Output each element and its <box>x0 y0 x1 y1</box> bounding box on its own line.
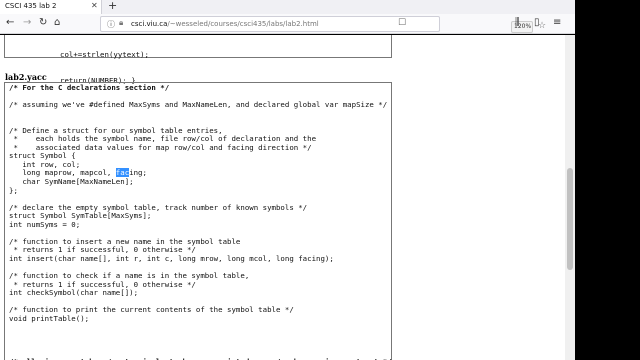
forward-icon[interactable]: → <box>23 17 31 29</box>
navigation-toolbar: ← → ↻ ⌂ ⓘ 🔒︎ csci.viu.ca/~wesseled/cours… <box>0 14 575 34</box>
code-line: int numSyms = 0; <box>9 219 81 229</box>
new-tab-icon[interactable]: + <box>108 0 117 12</box>
page-scrollbar[interactable] <box>565 35 575 360</box>
lock-icon[interactable]: 🔒︎ <box>119 18 123 28</box>
code-line: int checkSymbol(char name[]); <box>9 288 139 298</box>
code-box: /* For the C declarations section */ /* … <box>4 82 392 360</box>
info-icon[interactable]: ⓘ <box>107 19 115 30</box>
page-content: col+=strlen(yytext); return(NUMBER); } l… <box>0 35 565 360</box>
tab-title: CSCI 435 lab 2 <box>5 2 57 10</box>
code-line: char SymName[MaxNameLen]; <box>9 177 134 187</box>
library-icon[interactable]: ⫼ <box>515 17 520 29</box>
code-line: /* For the C declarations section */ <box>9 83 170 92</box>
section-title: lab2.yacc <box>5 72 47 82</box>
url-text[interactable]: csci.viu.ca/~wesseled/courses/csci435/la… <box>131 20 319 28</box>
url-host: csci.viu.ca <box>131 20 168 28</box>
tab-close-icon[interactable]: ✕ <box>91 1 98 10</box>
address-bar[interactable]: ⓘ 🔒︎ csci.viu.ca/~wesseled/courses/csci4… <box>100 16 546 33</box>
code-line: /* assuming we've #defined MaxSyms and M… <box>9 100 388 110</box>
tab-bar: CSCI 435 lab 2 ✕ + <box>0 0 575 14</box>
scrollbar-thumb[interactable] <box>567 168 573 270</box>
sidebar-icon[interactable]: ▯ <box>534 17 540 29</box>
url-path: /~wesseled/courses/csci435/labs/lab2.htm… <box>167 20 319 28</box>
home-icon[interactable]: ⌂ <box>54 17 60 29</box>
tab-lab2[interactable]: CSCI 435 lab 2 ✕ <box>0 0 102 14</box>
code-line: int insert(char name[], int r, int c, lo… <box>9 253 334 263</box>
page-actions-icon[interactable]: ☐ <box>398 18 406 28</box>
reload-icon[interactable]: ↻ <box>39 17 47 29</box>
back-icon[interactable]: ← <box>6 17 14 29</box>
code-line: }; <box>9 185 18 195</box>
code-line: void printTable(); <box>9 313 90 323</box>
menu-icon[interactable]: ≡ <box>553 17 561 29</box>
code-line: col+=strlen(yytext); <box>60 50 149 60</box>
code-block[interactable]: /* For the C declarations section */ /* … <box>9 83 392 360</box>
